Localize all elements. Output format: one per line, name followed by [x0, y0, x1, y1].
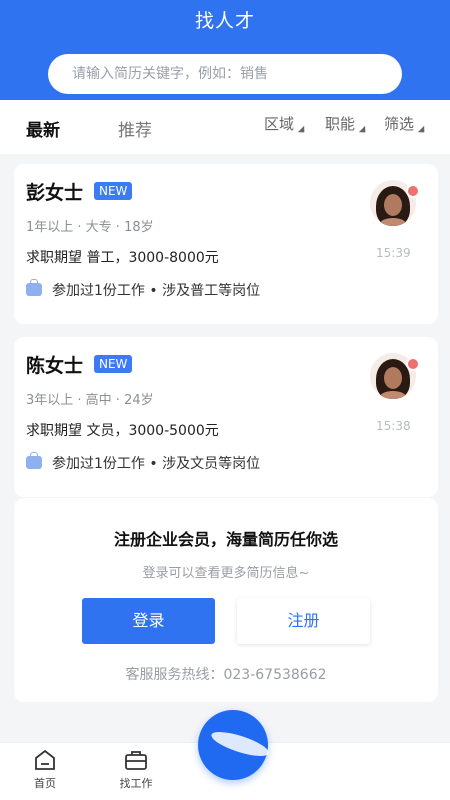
briefcase-icon — [125, 751, 147, 770]
online-dot-icon — [406, 357, 420, 371]
dropdown-triangle-icon — [358, 125, 366, 133]
service-hotline: 客服服务热线：023-67538662 — [125, 667, 327, 683]
work-experience: 参加过1份工作 • 涉及普工等岗位 — [26, 279, 261, 300]
promo-subtitle: 登录可以查看更多简历信息~ — [142, 566, 310, 581]
job-expectation: 求职期望 普工，3000-8000元 — [26, 250, 219, 266]
filter-function-label: 职能 — [325, 115, 356, 133]
candidate-name: 彭女士 — [26, 182, 84, 204]
member-promo-panel: 注册企业会员，海量简历任你选 登录可以查看更多简历信息~ 登录 注册 客服服务热… — [14, 498, 438, 702]
candidate-meta: 1年以上 · 大专 · 18岁 — [26, 220, 154, 235]
dropdown-triangle-icon — [417, 125, 425, 133]
tab-home-label: 首页 — [34, 777, 56, 790]
work-experience-text: 参加过1份工作 • 涉及文员等岗位 — [52, 456, 261, 472]
work-experience: 参加过1份工作 • 涉及文员等岗位 — [26, 452, 261, 473]
header-bar: 找人才 请输入简历关键字，例如：销售 — [0, 0, 450, 100]
job-expectation: 求职期望 文员，3000-5000元 — [26, 423, 219, 439]
promo-title: 注册企业会员，海量简历任你选 — [113, 530, 338, 549]
page-title: 找人才 — [194, 10, 255, 32]
work-experience-text: 参加过1份工作 • 涉及普工等岗位 — [52, 283, 261, 299]
update-time: 15:38 — [376, 419, 411, 433]
online-dot-icon — [406, 184, 420, 198]
resume-card[interactable]: 陈女士 NEW 3年以上 · 高中 · 24岁 求职期望 文员，3000-500… — [14, 337, 438, 497]
dropdown-triangle-icon — [297, 125, 305, 133]
update-time: 15:39 — [376, 246, 411, 260]
tab-find-job[interactable]: 找工作 — [106, 749, 166, 791]
candidate-meta: 3年以上 · 高中 · 24岁 — [26, 393, 154, 408]
tab-bar: 最新 推荐 区域 职能 筛选 — [0, 100, 450, 154]
register-button[interactable]: 注册 — [237, 598, 370, 644]
filter-screen-label: 筛选 — [384, 115, 415, 133]
briefcase-icon — [26, 279, 42, 296]
tab-find-job-label: 找工作 — [119, 777, 153, 790]
home-icon — [35, 749, 55, 770]
resume-card[interactable]: 彭女士 NEW 1年以上 · 大专 · 18岁 求职期望 普工，3000-800… — [14, 164, 438, 324]
tab-home[interactable]: 首页 — [15, 749, 75, 791]
new-badge: NEW — [94, 182, 133, 200]
search-input[interactable]: 请输入简历关键字，例如：销售 — [48, 54, 402, 94]
filter-region-label: 区域 — [264, 115, 295, 133]
publish-fab-button[interactable] — [198, 710, 268, 780]
filter-function[interactable]: 职能 — [325, 113, 366, 134]
tab-latest[interactable]: 最新 — [26, 116, 60, 141]
login-button[interactable]: 登录 — [82, 598, 215, 644]
tab-recommend[interactable]: 推荐 — [118, 116, 152, 141]
candidate-name: 陈女士 — [26, 355, 84, 377]
new-badge: NEW — [94, 355, 133, 373]
filter-screen[interactable]: 筛选 — [384, 113, 425, 134]
filter-region[interactable]: 区域 — [264, 113, 305, 134]
briefcase-icon — [26, 452, 42, 469]
